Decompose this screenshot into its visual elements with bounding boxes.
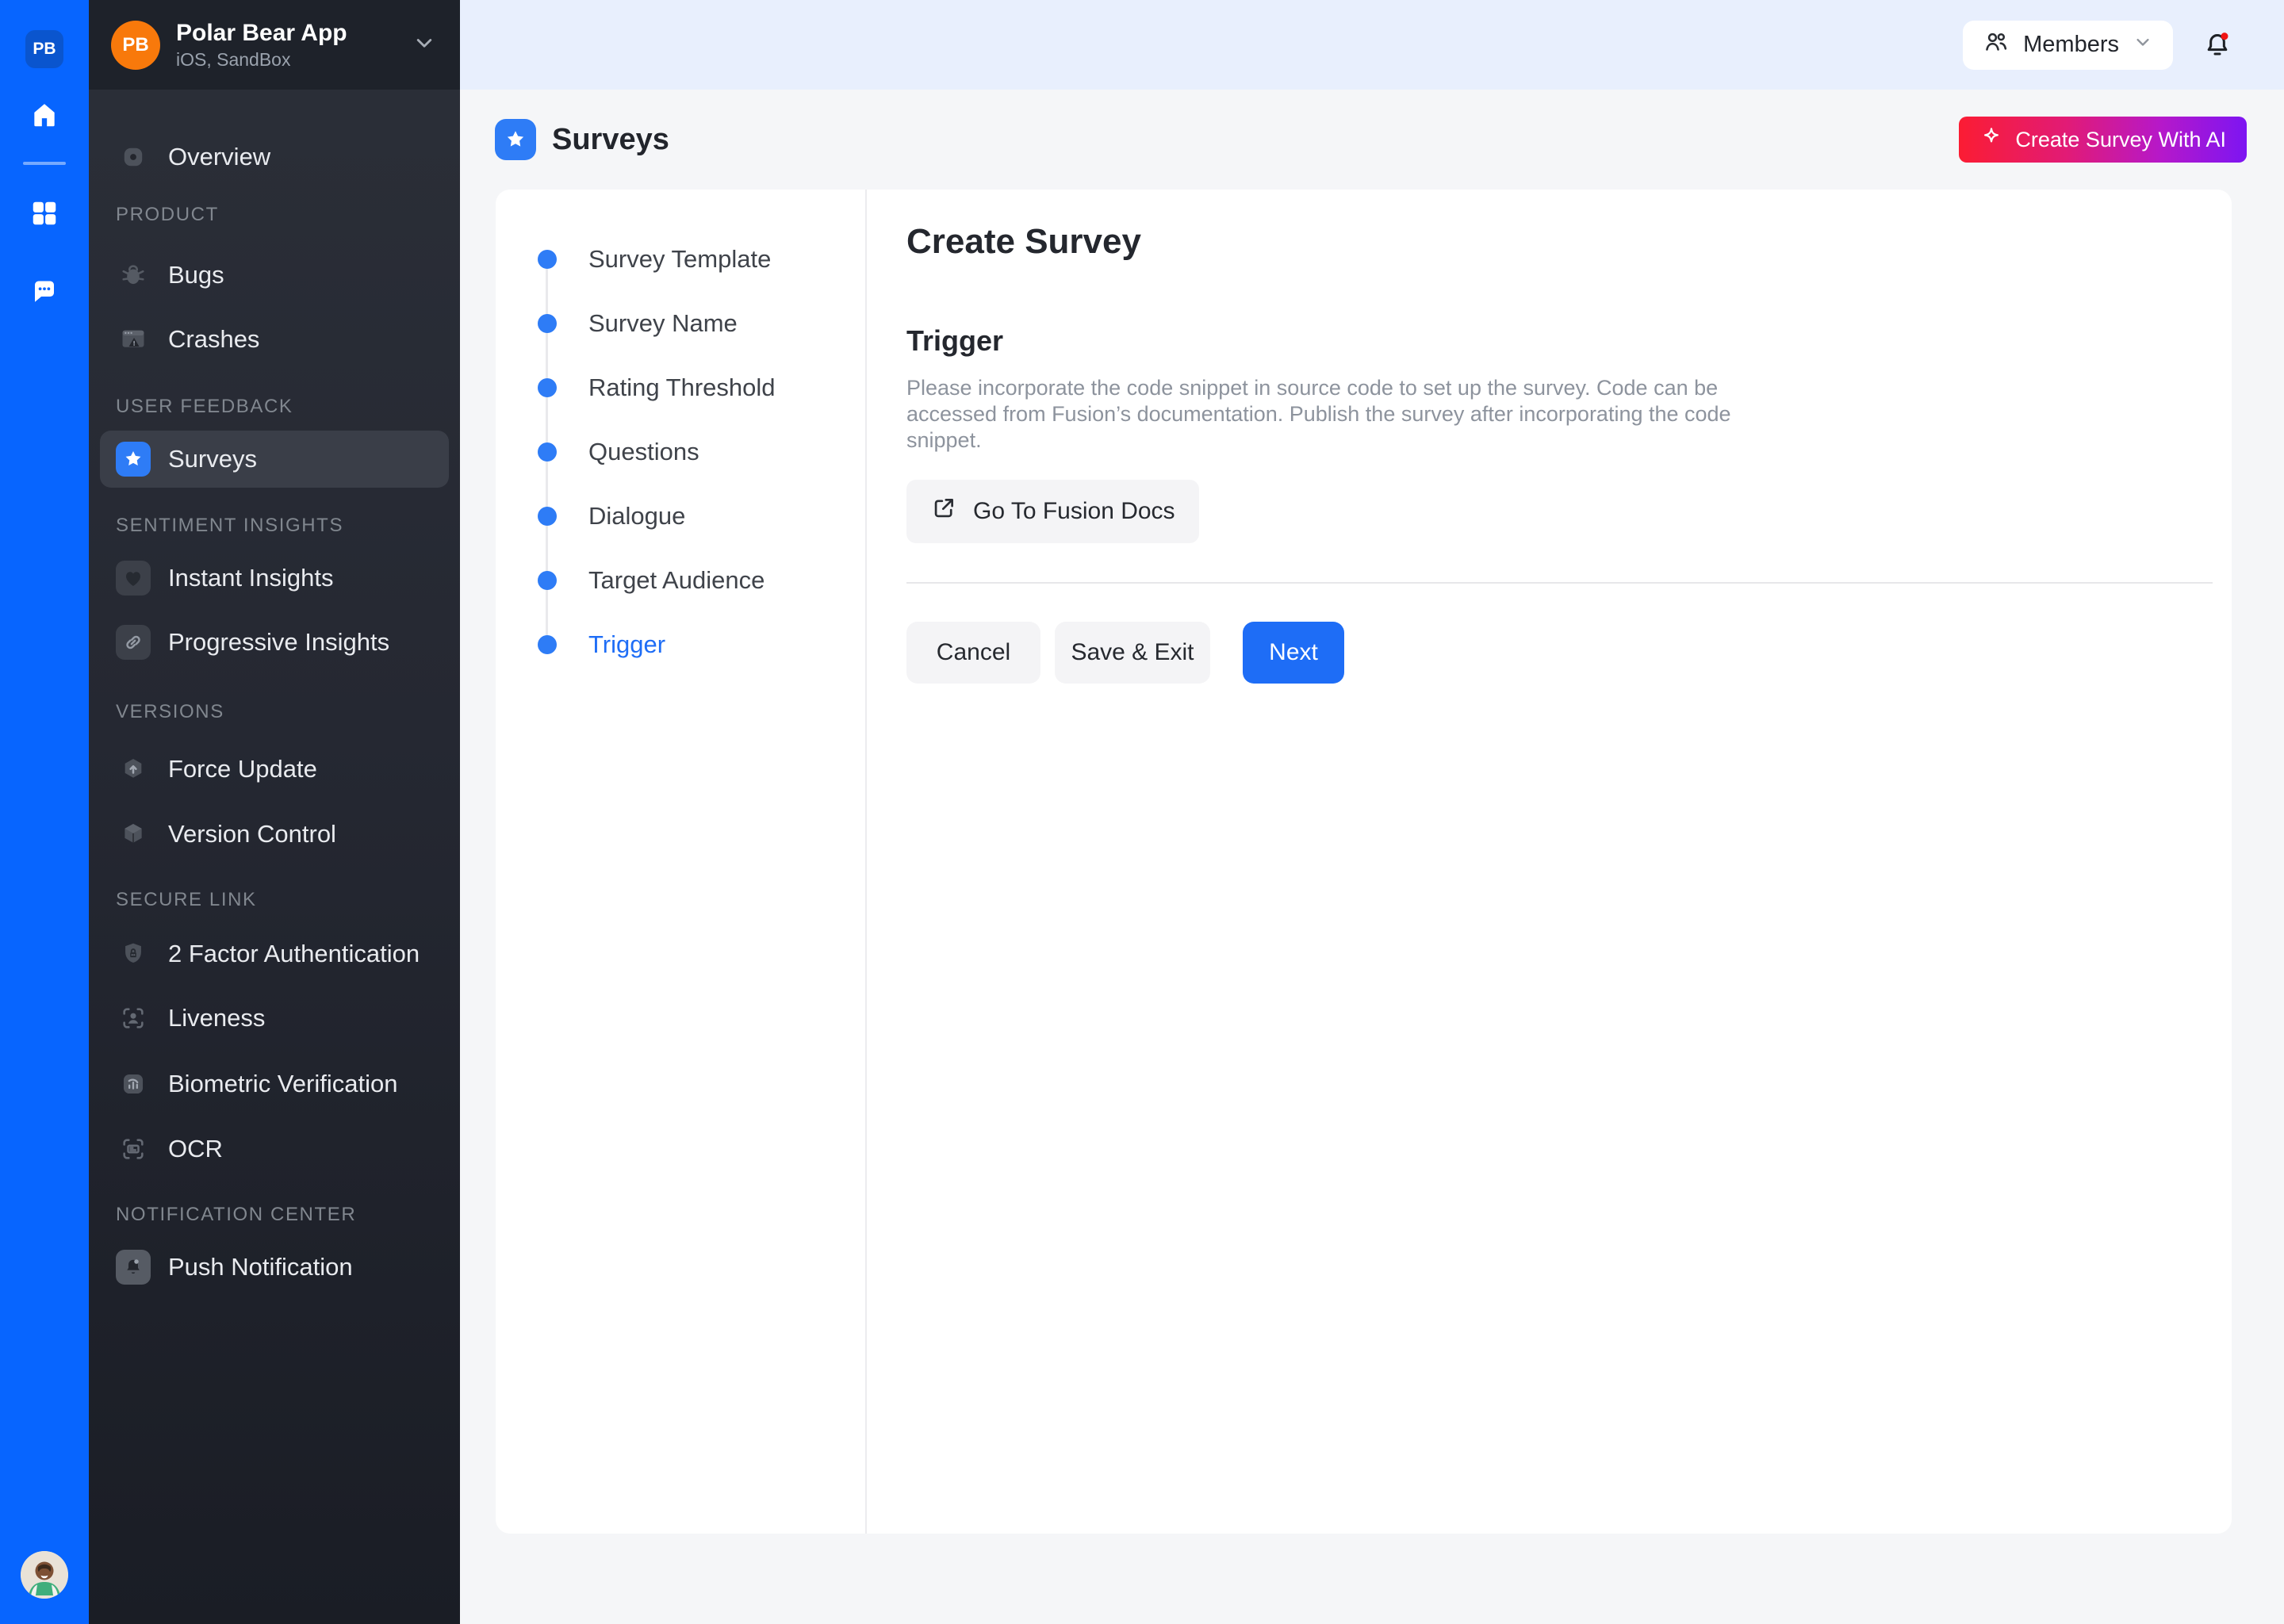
sidebar-item-liveness[interactable]: Liveness bbox=[100, 990, 449, 1047]
link-icon bbox=[116, 625, 151, 660]
step-questions[interactable]: Questions bbox=[496, 419, 865, 484]
cancel-button[interactable]: Cancel bbox=[906, 622, 1040, 684]
topbar: Members bbox=[460, 0, 2284, 90]
surveys-page-icon bbox=[495, 119, 536, 160]
workspace-platform: iOS, SandBox bbox=[176, 49, 291, 70]
sidebar-item-version-control[interactable]: Version Control bbox=[100, 806, 449, 863]
shield-lock-icon bbox=[116, 936, 151, 971]
next-button[interactable]: Next bbox=[1243, 622, 1344, 684]
workspace-avatar: PB bbox=[111, 20, 160, 70]
go-to-fusion-docs-label: Go To Fusion Docs bbox=[973, 498, 1175, 524]
step-content: Create Survey Trigger Please incorporate… bbox=[906, 190, 2213, 684]
step-dot bbox=[538, 249, 557, 269]
sidebar-item-2fa[interactable]: 2 Factor Authentication bbox=[100, 925, 449, 982]
overview-icon bbox=[116, 140, 151, 174]
sidebar-item-biometric-verification[interactable]: Biometric Verification bbox=[100, 1055, 449, 1113]
step-rating-threshold[interactable]: Rating Threshold bbox=[496, 355, 865, 419]
step-dot bbox=[538, 570, 557, 590]
hexagon-up-icon bbox=[116, 752, 151, 787]
survey-stepper: Survey Template Survey Name Rating Thres… bbox=[496, 190, 867, 1534]
cube-icon bbox=[116, 817, 151, 852]
external-link-icon bbox=[930, 495, 957, 528]
section-label-notification-center: NOTIFICATION CENTER bbox=[116, 1204, 357, 1225]
members-button[interactable]: Members bbox=[1963, 20, 2173, 70]
chevron-down-icon bbox=[2132, 31, 2154, 59]
app-logo[interactable]: PB bbox=[25, 30, 63, 68]
page-title: Surveys bbox=[552, 122, 669, 156]
apps-grid-icon[interactable] bbox=[0, 198, 89, 228]
step-dot bbox=[538, 634, 557, 654]
step-trigger[interactable]: Trigger bbox=[496, 612, 865, 676]
sparkle-icon bbox=[1979, 125, 2003, 155]
section-label-versions: VERSIONS bbox=[116, 701, 224, 722]
rail-divider bbox=[23, 162, 66, 165]
main-area: Members Surveys Create Survey With AI Su… bbox=[460, 0, 2284, 1624]
create-survey-with-ai-label: Create Survey With AI bbox=[2015, 127, 2226, 151]
trigger-section-title: Trigger bbox=[906, 324, 1004, 357]
step-survey-template[interactable]: Survey Template bbox=[496, 227, 865, 291]
section-label-sentiment-insights: SENTIMENT INSIGHTS bbox=[116, 515, 344, 536]
crash-window-icon bbox=[116, 322, 151, 357]
sidebar-item-push-notification[interactable]: Push Notification bbox=[100, 1239, 449, 1296]
step-dot bbox=[538, 313, 557, 333]
step-target-audience[interactable]: Target Audience bbox=[496, 548, 865, 612]
heart-icon bbox=[116, 561, 151, 596]
create-survey-with-ai-button[interactable]: Create Survey With AI bbox=[1959, 117, 2247, 163]
fingerprint-icon bbox=[116, 1067, 151, 1101]
action-buttons: Cancel Save & Exit Next bbox=[906, 622, 2213, 684]
chat-icon[interactable] bbox=[0, 278, 89, 306]
step-dialogue[interactable]: Dialogue bbox=[496, 484, 865, 548]
step-dot bbox=[538, 377, 557, 397]
notifications-bell-icon[interactable] bbox=[2202, 28, 2233, 63]
sidebar-item-surveys[interactable]: Surveys bbox=[100, 431, 449, 488]
user-avatar[interactable] bbox=[21, 1551, 68, 1599]
section-label-secure-link: SECURE LINK bbox=[116, 889, 257, 910]
create-survey-card: Survey Template Survey Name Rating Thres… bbox=[496, 190, 2232, 1534]
members-label: Members bbox=[2023, 32, 2119, 57]
save-and-exit-button[interactable]: Save & Exit bbox=[1055, 622, 1210, 684]
step-dot bbox=[538, 506, 557, 526]
sidebar-item-crashes[interactable]: Crashes bbox=[100, 311, 449, 368]
bell-icon bbox=[116, 1250, 151, 1285]
sidebar: PB Polar Bear App iOS, SandBox Overview … bbox=[89, 0, 460, 1624]
sidebar-item-bugs[interactable]: Bugs bbox=[100, 247, 449, 304]
workspace-name: Polar Bear App bbox=[176, 20, 347, 46]
step-dot bbox=[538, 442, 557, 462]
sidebar-item-force-update[interactable]: Force Update bbox=[100, 741, 449, 798]
content-divider bbox=[906, 582, 2213, 584]
create-survey-title: Create Survey bbox=[906, 222, 1141, 261]
section-label-user-feedback: USER FEEDBACK bbox=[116, 396, 293, 417]
sidebar-item-progressive-insights[interactable]: Progressive Insights bbox=[100, 614, 449, 671]
section-label-product: PRODUCT bbox=[116, 204, 219, 225]
home-icon[interactable] bbox=[0, 100, 89, 130]
sidebar-item-overview[interactable]: Overview bbox=[100, 128, 449, 186]
step-survey-name[interactable]: Survey Name bbox=[496, 291, 865, 355]
app-rail: PB bbox=[0, 0, 89, 1624]
trigger-description: Please incorporate the code snippet in s… bbox=[906, 376, 1731, 452]
chevron-down-icon bbox=[411, 29, 438, 60]
page-header: Surveys Create Survey With AI bbox=[460, 90, 2284, 190]
surveys-star-icon bbox=[116, 442, 151, 477]
members-icon bbox=[1982, 28, 2010, 63]
sidebar-item-ocr[interactable]: OCR bbox=[100, 1120, 449, 1178]
workspace-switcher[interactable]: PB Polar Bear App iOS, SandBox bbox=[89, 0, 460, 90]
face-scan-icon bbox=[116, 1001, 151, 1036]
go-to-fusion-docs-button[interactable]: Go To Fusion Docs bbox=[906, 480, 1199, 543]
bug-icon bbox=[116, 258, 151, 293]
sidebar-item-instant-insights[interactable]: Instant Insights bbox=[100, 550, 449, 607]
card-scan-icon bbox=[116, 1132, 151, 1166]
